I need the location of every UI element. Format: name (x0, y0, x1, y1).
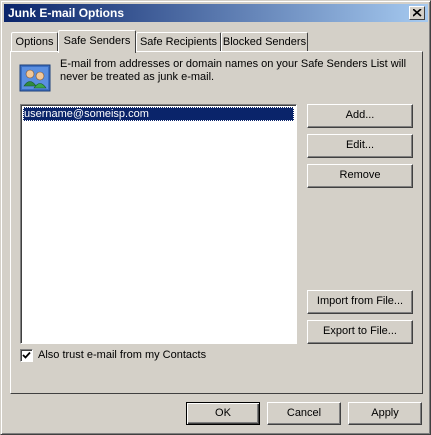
list-item[interactable]: username@someisp.com (23, 107, 294, 121)
tab-options[interactable]: Options (11, 32, 58, 51)
add-button[interactable]: Add... (307, 104, 413, 128)
tab-label: Blocked Senders (222, 36, 307, 48)
remove-button[interactable]: Remove (307, 164, 413, 188)
import-from-file-button[interactable]: Import from File... (307, 290, 413, 314)
ok-button[interactable]: OK (186, 402, 260, 425)
export-to-file-button[interactable]: Export to File... (307, 320, 413, 344)
window-title: Junk E-mail Options (8, 6, 125, 20)
info-description: E-mail from addresses or domain names on… (60, 58, 407, 83)
tab-blocked-senders[interactable]: Blocked Senders (221, 32, 308, 51)
tab-label: Safe Senders (63, 35, 131, 47)
close-button[interactable] (409, 6, 425, 20)
tab-label: Safe Recipients (139, 36, 218, 48)
close-icon (413, 9, 422, 17)
checkmark-icon (22, 351, 31, 359)
edit-button[interactable]: Edit... (307, 134, 413, 158)
cancel-button[interactable]: Cancel (267, 402, 341, 425)
trust-contacts-checkbox[interactable] (20, 349, 33, 362)
safe-senders-list[interactable]: username@someisp.com (20, 104, 297, 344)
contacts-icon (19, 64, 51, 92)
apply-button[interactable]: Apply (348, 402, 422, 425)
trust-contacts-label[interactable]: Also trust e-mail from my Contacts (38, 349, 206, 362)
dialog-window: Junk E-mail Options Options Safe Senders… (0, 0, 431, 435)
tab-label: Options (15, 36, 54, 48)
safe-senders-panel: E-mail from addresses or domain names on… (10, 51, 423, 394)
title-bar[interactable]: Junk E-mail Options (4, 4, 428, 22)
tab-safe-senders[interactable]: Safe Senders (58, 30, 136, 53)
tab-safe-recipients[interactable]: Safe Recipients (136, 32, 221, 51)
